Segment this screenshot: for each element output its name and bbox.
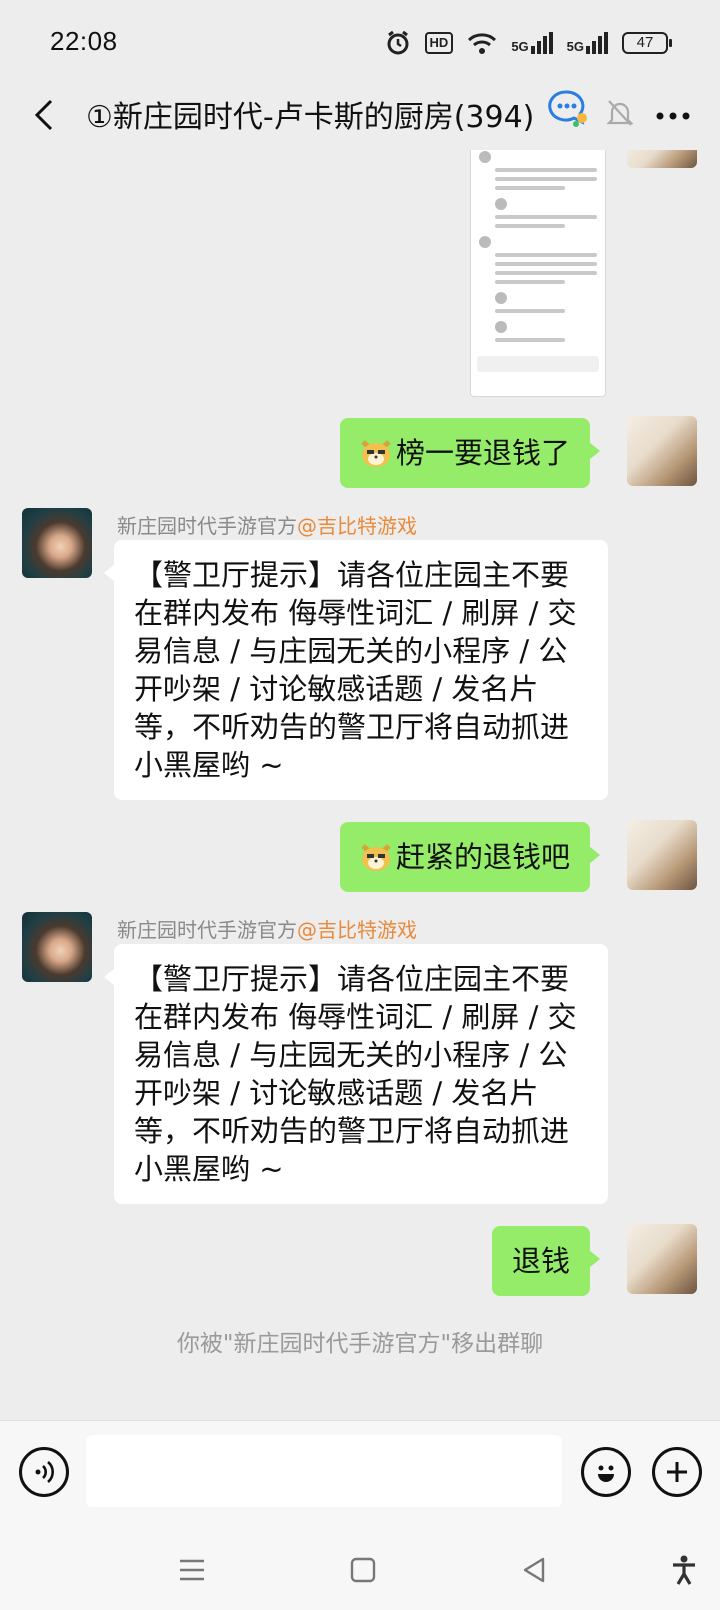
more-functions-button[interactable]: [652, 1447, 702, 1497]
back-arrow-icon: [34, 99, 53, 131]
official-avatar[interactable]: [22, 912, 92, 982]
message-text: 榜一要退钱了: [395, 436, 570, 470]
alarm-icon: [385, 30, 411, 56]
voice-button[interactable]: [19, 1447, 69, 1497]
cat-emoji-icon: [360, 842, 392, 872]
signal-2: 5G: [567, 32, 608, 54]
signal-bars-icon: [530, 32, 553, 54]
status-bar: 22:08 HD 5G 5G 47: [0, 0, 720, 84]
my-avatar[interactable]: [627, 820, 697, 890]
official-avatar[interactable]: [22, 508, 92, 578]
sender-label: 新庄园时代手游官方: [117, 918, 297, 942]
header-actions: [606, 90, 690, 140]
muted-bell-icon[interactable]: [606, 98, 634, 132]
status-icons: HD 5G 5G 47: [385, 28, 672, 58]
mention-link[interactable]: @吉比特游戏: [297, 514, 417, 538]
message-text: 退钱: [511, 1244, 570, 1278]
hd-badge: HD: [424, 32, 454, 54]
my-message-bubble[interactable]: 退钱: [491, 1226, 601, 1296]
cat-emoji-icon: [360, 438, 392, 468]
triangle-back-icon: [523, 1557, 545, 1583]
accessibility-button[interactable]: [664, 1550, 704, 1590]
wifi-icon: [467, 31, 497, 55]
official-message-bubble[interactable]: 【警卫厅提示】请各位庄园主不要在群内发布 侮辱性词汇 / 刷屏 / 交易信息 /…: [104, 944, 608, 1204]
chat-title: ①新庄园时代-卢卡斯的厨房(394): [86, 100, 535, 135]
message-list[interactable]: 榜一要退钱了 新庄园时代手游官方@吉比特游戏 【警卫厅提示】请各位庄园主不要在群…: [0, 150, 720, 1420]
sender-label: 新庄园时代手游官方: [117, 514, 297, 538]
network-type-label: 5G: [566, 39, 584, 54]
input-bar: [0, 1420, 720, 1530]
message-text: 【警卫厅提示】请各位庄园主不要在群内发布 侮辱性词汇 / 刷屏 / 交易信息 /…: [134, 558, 577, 782]
status-time: 22:08: [50, 26, 118, 56]
message-text: 赶紧的退钱吧: [395, 840, 570, 874]
menu-button[interactable]: [172, 1550, 212, 1590]
chat-header: ①新庄园时代-卢卡斯的厨房(394): [0, 84, 720, 150]
smiley-icon: [598, 1465, 614, 1482]
back-nav-button[interactable]: [514, 1550, 554, 1590]
menu-lines-icon: [180, 1559, 204, 1581]
network-type-label: 5G: [511, 39, 529, 54]
my-message-bubble[interactable]: 榜一要退钱了: [339, 418, 601, 488]
my-message-bubble[interactable]: 赶紧的退钱吧: [339, 822, 601, 892]
plus-icon: [667, 1462, 687, 1482]
square-icon: [350, 1557, 376, 1583]
back-button[interactable]: [18, 90, 68, 140]
signal-1: 5G: [511, 32, 553, 54]
signal-bars-icon: [586, 32, 608, 54]
my-avatar[interactable]: [627, 1224, 697, 1294]
system-notice: 你被"新庄园时代手游官方"移出群聊: [176, 1331, 544, 1357]
sender-name: 新庄园时代手游官方@吉比特游戏: [117, 510, 417, 539]
message-input[interactable]: [86, 1435, 562, 1507]
battery-indicator: 47: [622, 32, 672, 54]
image-message[interactable]: [470, 150, 606, 397]
accessibility-icon: [673, 1555, 695, 1585]
home-button[interactable]: [343, 1550, 383, 1590]
emoji-button[interactable]: [581, 1447, 631, 1497]
my-avatar[interactable]: [627, 416, 697, 486]
official-message-bubble[interactable]: 【警卫厅提示】请各位庄园主不要在群内发布 侮辱性词汇 / 刷屏 / 交易信息 /…: [104, 540, 608, 800]
mention-link[interactable]: @吉比特游戏: [297, 918, 417, 942]
voice-icon: [35, 1461, 54, 1483]
my-avatar[interactable]: [627, 150, 697, 168]
sender-name: 新庄园时代手游官方@吉比特游戏: [117, 914, 417, 943]
more-dots-icon[interactable]: [656, 106, 690, 125]
message-text: 【警卫厅提示】请各位庄园主不要在群内发布 侮辱性词汇 / 刷屏 / 交易信息 /…: [134, 962, 577, 1186]
chat-bubbles-icon[interactable]: [546, 88, 588, 132]
system-nav-bar: [0, 1530, 720, 1610]
